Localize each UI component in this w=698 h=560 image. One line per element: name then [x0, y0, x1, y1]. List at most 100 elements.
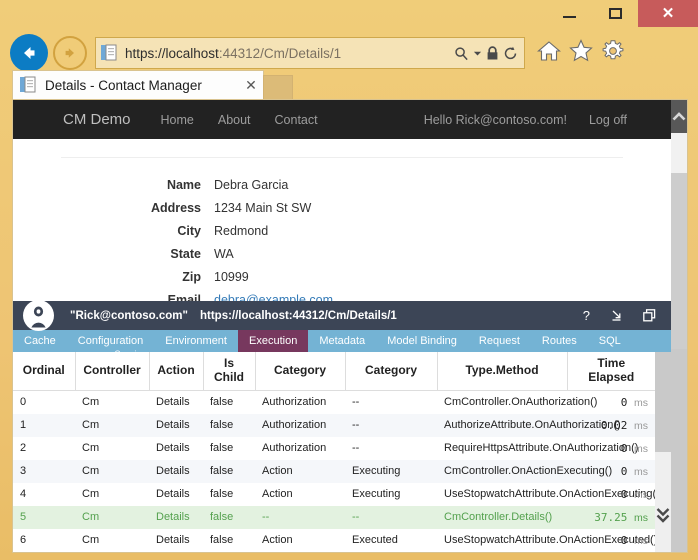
cell-type-method: UseStopwatchAttribute.OnActionExecuted()	[444, 534, 658, 546]
tab-close-icon[interactable]: ✕	[239, 77, 263, 94]
col-action[interactable]: Action	[149, 352, 204, 391]
user-greeting[interactable]: Hello Rick@contoso.com!	[424, 113, 567, 127]
table-row[interactable]: 4 Cm Details false Action Executing UseS…	[13, 483, 660, 506]
table-row[interactable]: 5 Cm Details false -- -- CmController.De…	[13, 506, 655, 529]
site-brand[interactable]: CM Demo	[63, 111, 131, 128]
cell-is-child: false	[210, 442, 234, 454]
home-icon[interactable]	[537, 40, 561, 67]
glimpse-tab-execution[interactable]: Execution	[238, 330, 309, 352]
maximize-button[interactable]	[592, 0, 638, 27]
detail-value: WA	[214, 247, 234, 261]
glimpse-tab-routes[interactable]: Routes	[531, 330, 588, 352]
page-scrollbar[interactable]	[671, 100, 687, 552]
glimpse-scrollbar[interactable]	[655, 352, 671, 552]
site-navbar-right: Hello Rick@contoso.com! Log off	[424, 113, 627, 127]
lock-icon[interactable]	[486, 45, 499, 61]
browser-window: ✕ https://localhost:44312/Cm/Details/1 D…	[0, 0, 698, 560]
nav-link-contact[interactable]: Contact	[275, 113, 318, 127]
glimpse-tab-metadata[interactable]: Metadata	[308, 330, 376, 352]
col-is-child[interactable]: Is Child	[203, 352, 256, 391]
new-tab-button[interactable]	[263, 75, 293, 99]
glimpse-tab-bar: Cache Configuration Environment Executio…	[13, 330, 671, 352]
refresh-icon[interactable]	[503, 46, 518, 61]
glimpse-tab-request[interactable]: Request	[468, 330, 531, 352]
address-bar[interactable]: https://localhost:44312/Cm/Details/1	[95, 37, 525, 69]
cell-category-2: --	[352, 442, 360, 454]
cell-category-2: Executing	[352, 465, 401, 477]
glimpse-minimize-icon[interactable]	[610, 309, 623, 322]
details-list: Name Debra Garcia Address 1234 Main St S…	[61, 176, 623, 309]
nav-link-home[interactable]: Home	[161, 113, 194, 127]
cell-action: Details	[156, 488, 190, 500]
cell-action: Details	[156, 511, 190, 523]
glimpse-tab-cache[interactable]: Cache	[13, 330, 67, 352]
cell-is-child: false	[210, 419, 234, 431]
cell-type-method: AuthorizeAttribute.OnAuthorization()	[444, 419, 621, 431]
settings-gear-icon[interactable]	[601, 39, 625, 68]
cell-controller: Cm	[82, 534, 100, 546]
scroll-up-button[interactable]	[671, 100, 687, 133]
table-row[interactable]: 0 Cm Details false Authorization -- CmCo…	[13, 391, 655, 415]
window-controls: ✕	[546, 0, 698, 27]
address-url-text[interactable]: https://localhost:44312/Cm/Details/1	[125, 46, 454, 61]
chevron-down-icon[interactable]	[473, 49, 482, 58]
cell-category-1: Action	[262, 534, 293, 546]
log-off-link[interactable]: Log off	[589, 113, 627, 127]
detail-value: 1234 Main St SW	[214, 201, 312, 215]
scrollbar-thumb[interactable]	[671, 173, 687, 349]
cell-action: Details	[156, 396, 190, 408]
col-controller[interactable]: Controller	[75, 352, 150, 391]
cell-ordinal: 1	[20, 419, 27, 431]
nav-link-about[interactable]: About	[218, 113, 251, 127]
back-button[interactable]	[10, 34, 48, 72]
detail-label: Zip	[182, 270, 201, 284]
forward-button[interactable]	[53, 36, 87, 70]
favorites-star-icon[interactable]	[569, 39, 593, 67]
cell-category-2: Executed	[352, 534, 398, 546]
glimpse-scroll-down-icon[interactable]	[655, 496, 671, 536]
page-document-icon	[101, 44, 118, 62]
cell-ordinal: 3	[20, 465, 27, 477]
search-icon[interactable]	[454, 46, 469, 61]
cell-action: Details	[156, 419, 190, 431]
cell-controller: Cm	[82, 465, 100, 477]
back-arrow-icon	[24, 47, 35, 59]
cell-ordinal: 5	[20, 511, 27, 523]
table-row[interactable]: 6 Cm Details false Action Executed UseSt…	[13, 529, 658, 552]
col-category-2[interactable]: Category	[345, 352, 438, 391]
cell-ordinal: 4	[20, 488, 27, 500]
scrollbar-track[interactable]	[671, 133, 687, 173]
browser-toolbar-icons	[537, 39, 625, 68]
window-title-bar: ✕	[0, 0, 698, 28]
col-ordinal[interactable]: Ordinal	[13, 352, 76, 391]
col-category-1[interactable]: Category	[255, 352, 346, 391]
cell-type-method: UseStopwatchAttribute.OnActionExecuting(…	[444, 488, 660, 500]
execution-table-body: 0 Cm Details false Authorization -- CmCo…	[13, 391, 660, 553]
cell-category-2: --	[352, 511, 360, 523]
cell-controller: Cm	[82, 419, 100, 431]
glimpse-tab-model-binding[interactable]: Model Binding	[376, 330, 468, 352]
site-navbar: CM Demo Home About Contact Hello Rick@co…	[13, 100, 671, 139]
cell-controller: Cm	[82, 396, 100, 408]
address-bar-tools	[454, 45, 518, 61]
minimize-button[interactable]	[546, 0, 592, 27]
close-button[interactable]: ✕	[638, 0, 698, 27]
col-time-elapsed[interactable]: Time Elapsed	[567, 352, 655, 391]
browser-navigation-bar: https://localhost:44312/Cm/Details/1	[0, 32, 698, 74]
table-row[interactable]: 1 Cm Details false Authorization -- Auth…	[13, 414, 655, 437]
cell-category-1: Action	[262, 488, 293, 500]
cell-category-2: --	[352, 419, 360, 431]
glimpse-restore-icon[interactable]	[643, 309, 657, 322]
glimpse-tab-environment[interactable]: Environment	[154, 330, 238, 352]
detail-label: City	[177, 224, 201, 238]
page-content: CM Demo Home About Contact Hello Rick@co…	[13, 100, 671, 552]
table-row[interactable]: 3 Cm Details false Action Executing CmCo…	[13, 460, 655, 483]
help-icon[interactable]: ?	[583, 309, 590, 322]
detail-label: Address	[150, 201, 201, 215]
browser-tab[interactable]: Details - Contact Manager ✕	[12, 70, 264, 99]
glimpse-scrollbar-thumb[interactable]	[655, 352, 671, 452]
cell-category-1: Action	[262, 465, 293, 477]
table-row[interactable]: 2 Cm Details false Authorization -- Requ…	[13, 437, 655, 460]
col-type-method[interactable]: Type.Method	[437, 352, 568, 391]
glimpse-tab-sql[interactable]: SQL	[588, 330, 632, 352]
